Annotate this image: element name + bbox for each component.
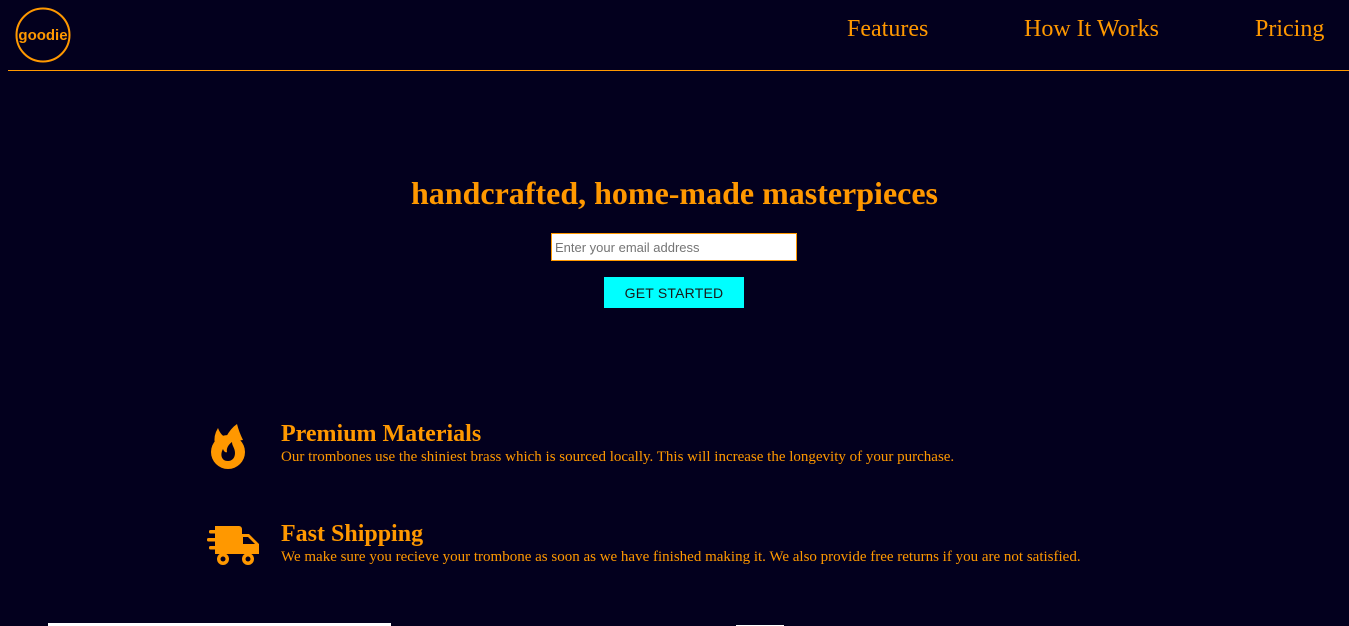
- email-input[interactable]: [551, 233, 797, 261]
- shipping-truck-icon: [207, 526, 259, 565]
- nav-link-pricing[interactable]: Pricing: [1255, 14, 1324, 44]
- logo-text: goodie: [18, 27, 67, 44]
- goodie-logo[interactable]: goodie: [15, 7, 71, 63]
- site-header: goodie Features How It Works Pricing: [8, 0, 1349, 71]
- feature-title-fast-shipping: Fast Shipping: [281, 521, 424, 547]
- feature-title-premium-materials: Premium Materials: [281, 421, 482, 447]
- nav-link-features[interactable]: Features: [847, 14, 928, 44]
- nav-link-how-it-works[interactable]: How It Works: [1024, 14, 1159, 44]
- feature-description-fast-shipping: We make sure you recieve your trombone a…: [281, 549, 1081, 565]
- fire-icon: [211, 424, 245, 469]
- get-started-button[interactable]: GET STARTED: [604, 277, 744, 308]
- hero-title: handcrafted, home-made masterpieces: [411, 175, 938, 211]
- feature-description-premium-materials: Our trombones use the shiniest brass whi…: [281, 449, 955, 465]
